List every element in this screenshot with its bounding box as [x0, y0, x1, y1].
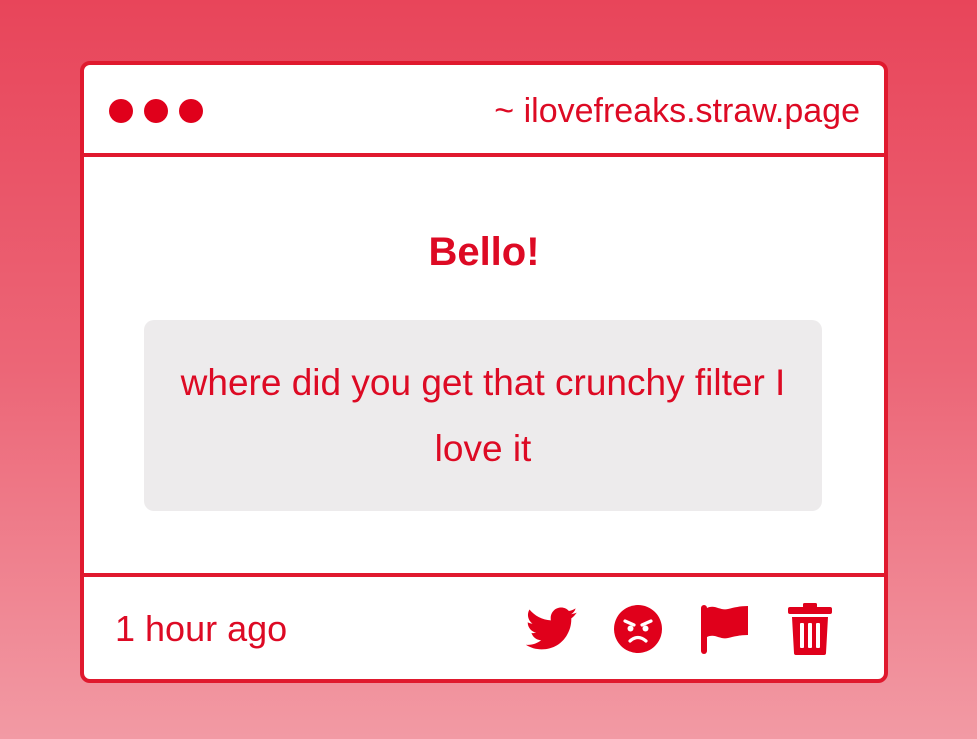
twitter-icon — [526, 607, 578, 650]
window-dot — [109, 99, 133, 123]
angry-face-icon — [614, 605, 662, 653]
message-greeting: Bello! — [428, 230, 540, 274]
message-card: ~ ilovefreaks.straw.page Bello! where di… — [80, 61, 888, 683]
report-button[interactable] — [694, 601, 754, 657]
window-titlebar: ~ ilovefreaks.straw.page — [84, 65, 884, 157]
window-dots — [109, 99, 203, 123]
page-url[interactable]: ~ ilovefreaks.straw.page — [494, 89, 860, 133]
timestamp: 1 hour ago — [115, 608, 288, 649]
message-box: where did you get that crunchy filter I … — [144, 320, 822, 511]
message-body: where did you get that crunchy filter I … — [180, 361, 786, 469]
window-dot — [179, 99, 203, 123]
message-footer: 1 hour ago — [84, 573, 884, 679]
share-twitter-button[interactable] — [522, 601, 582, 657]
window-dot — [144, 99, 168, 123]
react-angry-button[interactable] — [608, 601, 668, 657]
trash-icon — [788, 603, 832, 655]
action-bar — [496, 601, 840, 657]
message-content: Bello! where did you get that crunchy fi… — [84, 157, 884, 571]
delete-button[interactable] — [780, 601, 840, 657]
flag-icon — [701, 605, 748, 654]
